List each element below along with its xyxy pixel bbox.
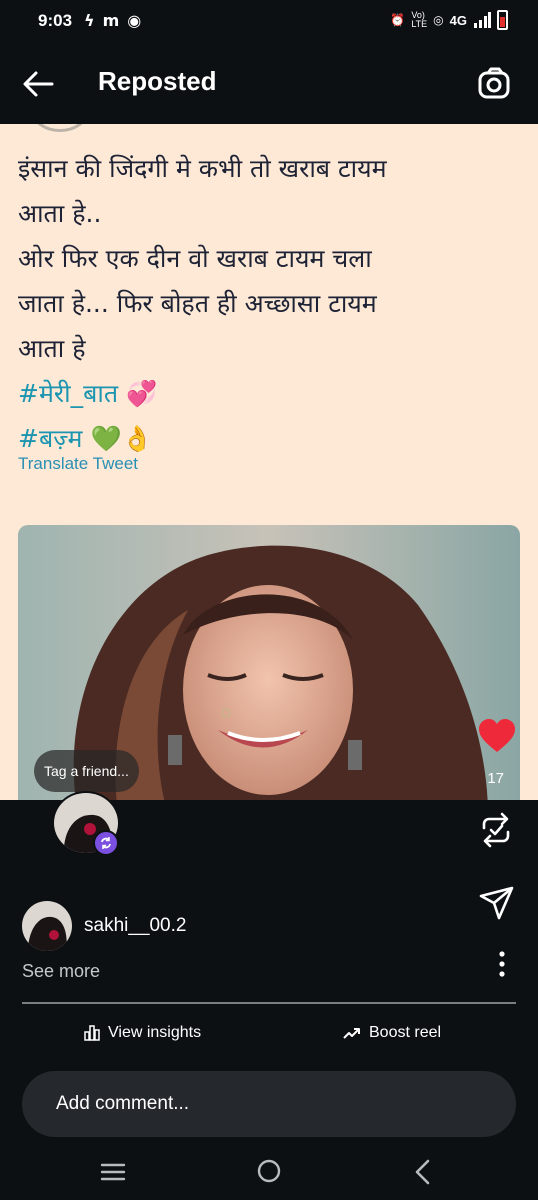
bar-chart-icon <box>84 1025 100 1041</box>
repost-icon[interactable] <box>476 810 516 850</box>
like-count[interactable]: 17 <box>487 770 504 787</box>
flash-icon: ϟ <box>84 11 95 30</box>
tweet-line: जाता हे... फिर बोहत ही अच्छासा टायम <box>18 289 377 318</box>
alarm-icon: ⏰ <box>390 13 406 27</box>
status-right-icons: ⏰ Vo) LTE ◎ 4G <box>390 10 508 30</box>
status-bar: 9:03 ϟ m ◉ ⏰ Vo) LTE ◎ 4G <box>0 0 538 44</box>
status-time: 9:03 <box>38 11 73 30</box>
arrow-left-icon[interactable] <box>18 64 58 104</box>
back-chevron-icon[interactable] <box>412 1159 434 1185</box>
user-avatar[interactable] <box>22 901 72 951</box>
tweet-author-avatar <box>32 124 88 132</box>
see-more-link[interactable]: See more <box>22 961 100 982</box>
hotspot-icon: ◎ <box>433 13 444 27</box>
hashtag: #बज़्म <box>18 424 83 453</box>
hashtag: #मेरी_बात <box>18 379 119 408</box>
top-app-bar: Reposted <box>0 44 538 124</box>
translate-tweet-link: Translate Tweet <box>18 454 139 473</box>
signal-icon <box>474 12 491 28</box>
owner-actions: View insights Boost reel <box>0 1022 538 1048</box>
sparkling-hearts-emoji: 💞 <box>126 379 158 408</box>
comment-placeholder: Add comment... <box>56 1093 190 1114</box>
system-nav-bar <box>0 1145 538 1200</box>
tweet-line: आता हे.. <box>18 199 102 228</box>
heart-ok-emoji: 💚👌 <box>90 424 153 453</box>
share-send-icon[interactable] <box>478 884 516 922</box>
bottom-panel <box>0 800 538 1200</box>
view-insights-label: View insights <box>108 1024 202 1041</box>
tweet-text: इंसान की जिंदगी मे कभी तो खराब टायम आता … <box>18 146 523 461</box>
trending-up-icon <box>343 1028 360 1039</box>
boost-reel-button[interactable]: Boost reel <box>343 1024 441 1042</box>
hashtag-line: #मेरी_बात 💞 <box>18 371 523 416</box>
reel-media[interactable]: इंसान की जिंदगी मे कभी तो खराब टायम आता … <box>0 124 538 800</box>
comment-input[interactable]: Add comment... <box>22 1071 516 1137</box>
page-title: Reposted <box>98 66 217 96</box>
whatsapp-icon: ◉ <box>127 11 142 30</box>
battery-icon <box>497 10 508 30</box>
username[interactable]: sakhi__00.2 <box>84 915 186 937</box>
divider <box>22 1002 516 1004</box>
camera-flip-icon[interactable] <box>474 64 514 104</box>
repost-badge-icon <box>93 830 119 856</box>
tweet-line: आता हे <box>18 334 86 363</box>
recent-apps-icon[interactable] <box>100 1161 126 1183</box>
boost-reel-label: Boost reel <box>369 1024 442 1041</box>
more-options-icon[interactable] <box>496 950 508 978</box>
volte-icon: Vo) LTE <box>411 10 428 29</box>
tweet-line: इंसान की जिंदगी मे कभी तो खराब टायम <box>18 154 387 183</box>
view-insights-button[interactable]: View insights <box>84 1024 201 1042</box>
home-icon[interactable] <box>257 1159 281 1183</box>
heart-icon[interactable] <box>478 718 516 754</box>
m-icon: m <box>102 11 120 30</box>
network-type: 4G <box>449 12 467 28</box>
status-left-icons: ϟ m ◉ <box>84 11 141 30</box>
tag-friend-chip[interactable]: Tag a friend... <box>34 750 139 792</box>
tweet-line: ओर फिर एक दीन वो खराब टायम चला <box>18 244 372 273</box>
